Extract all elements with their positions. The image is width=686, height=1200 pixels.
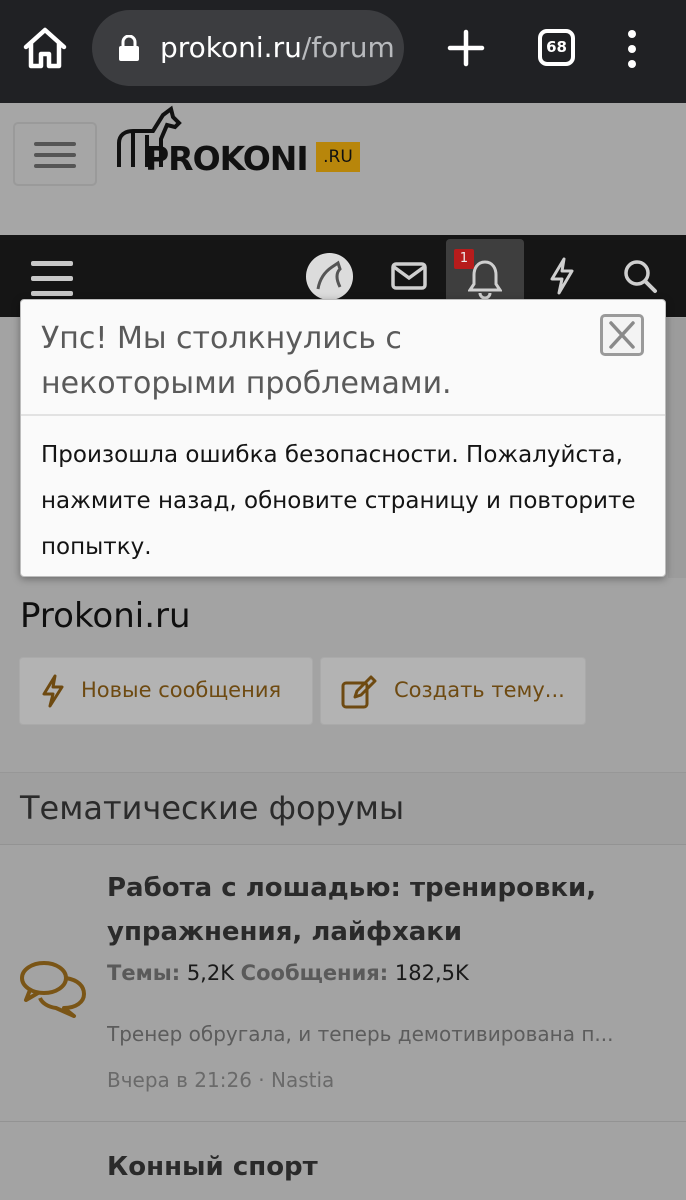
tab-switcher-button[interactable]: 68	[538, 29, 575, 66]
close-icon	[609, 321, 635, 349]
avatar[interactable]	[306, 253, 353, 300]
posts-value: 182,5K	[394, 961, 469, 985]
close-button[interactable]	[600, 314, 644, 356]
last-post-time: Вчера в 21:26	[107, 1068, 252, 1092]
bolt-icon[interactable]	[548, 257, 576, 295]
forum-title[interactable]: Работа с лошадью: тренировки, упражнения…	[107, 866, 667, 954]
threads-value: 5,2K	[186, 961, 234, 985]
site-header: PROKONI .RU	[0, 103, 686, 235]
threads-label: Темы:	[107, 961, 181, 985]
url-host: prokoni.ru	[160, 31, 302, 64]
address-bar[interactable]: prokoni.ru/forum	[92, 10, 404, 86]
new-posts-button[interactable]: Новые сообщения	[19, 657, 313, 725]
edit-icon	[341, 675, 377, 709]
bolt-icon	[42, 674, 64, 708]
posts-label: Сообщения:	[240, 961, 389, 985]
url-text: prokoni.ru/forum	[160, 30, 395, 66]
new-posts-label: Новые сообщения	[81, 678, 282, 702]
chat-bubbles-icon	[20, 961, 86, 1018]
search-icon[interactable]	[622, 258, 658, 294]
dialog-header: Упс! Мы столкнулись с некоторыми проблем…	[21, 300, 665, 416]
forum-stats: Темы: 5,2K Сообщения: 182,5K	[107, 961, 469, 985]
logo-word: PROKONI	[145, 139, 309, 178]
forum-row[interactable]: Конный спорт	[0, 1123, 686, 1200]
mail-icon[interactable]	[391, 260, 427, 292]
site-logo[interactable]: PROKONI .RU	[113, 105, 373, 183]
forum-title[interactable]: Конный спорт	[107, 1145, 667, 1189]
forums-section: Тематические форумы Работа с лошадью: тр…	[0, 772, 686, 1200]
logo-suffix: .RU	[316, 142, 360, 172]
lock-icon	[119, 35, 139, 61]
page-title: Prokoni.ru	[20, 596, 191, 636]
section-title: Тематические форумы	[20, 789, 405, 827]
last-post-meta: Вчера в 21:26 · Nastia	[107, 1068, 335, 1092]
forum-row[interactable]: Работа с лошадью: тренировки, упражнения…	[0, 846, 686, 1122]
dialog-message: Произошла ошибка безопасности. Пожалуйст…	[41, 442, 636, 560]
last-post-title[interactable]: Тренер обругала, и теперь демотивирована…	[107, 1022, 662, 1046]
more-icon[interactable]	[621, 29, 643, 69]
menu-icon[interactable]	[31, 259, 75, 296]
header-menu-button[interactable]	[13, 122, 97, 186]
section-header: Тематические форумы	[0, 773, 686, 845]
create-thread-button[interactable]: Создать тему...	[320, 657, 586, 725]
avatar-image	[306, 253, 353, 300]
error-dialog: Упс! Мы столкнулись с некоторыми проблем…	[20, 299, 666, 577]
home-icon[interactable]	[22, 26, 68, 70]
dialog-title: Упс! Мы столкнулись с некоторыми проблем…	[41, 321, 452, 401]
new-tab-icon[interactable]	[446, 28, 486, 68]
browser-toolbar: prokoni.ru/forum 68	[0, 0, 686, 103]
background-strip	[668, 318, 686, 578]
create-thread-label: Создать тему...	[394, 678, 565, 702]
alerts-badge: 1	[454, 249, 474, 269]
last-post-user[interactable]: Nastia	[271, 1068, 334, 1092]
url-path: /forum	[301, 31, 395, 64]
